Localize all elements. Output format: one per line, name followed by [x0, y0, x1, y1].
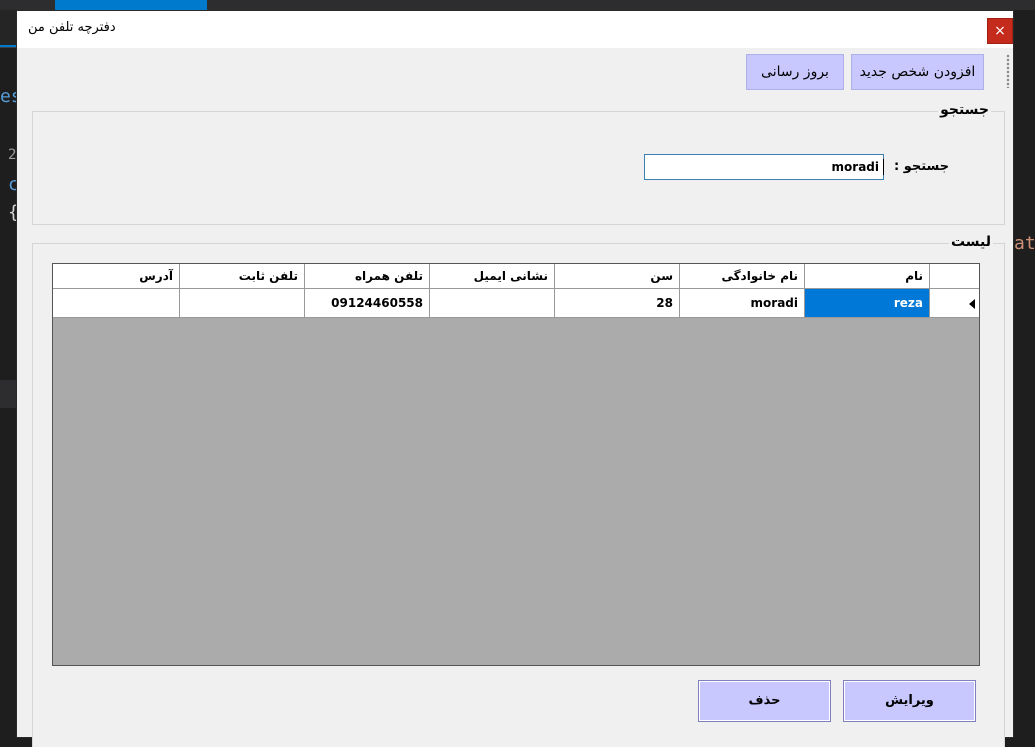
column-header[interactable]: تلفن همراه — [304, 264, 429, 288]
search-group-legend: جستجو — [938, 102, 991, 118]
title-bar: دفترچه تلفن من × — [17, 11, 1013, 48]
window-title: دفترچه تلفن من — [28, 20, 116, 35]
refresh-button[interactable]: بروز رسانی — [746, 54, 844, 90]
close-button[interactable]: × — [987, 18, 1013, 44]
grid-header-row: نام نام خانوادگی سن نشانی ایمیل تلفن همر… — [53, 264, 979, 289]
edit-button[interactable]: ویرایش — [843, 680, 976, 722]
column-header[interactable]: آدرس — [53, 264, 179, 288]
column-header[interactable]: سن — [554, 264, 679, 288]
ide-code-fragment: at — [1014, 233, 1035, 254]
column-header[interactable]: نام خانوادگی — [679, 264, 804, 288]
phonebook-window: دفترچه تلفن من × افزودن شخص جدید بروز رس… — [16, 10, 1014, 747]
add-person-button[interactable]: افزودن شخص جدید — [851, 54, 984, 90]
text-caret — [883, 159, 884, 175]
table-cell[interactable]: 28 — [554, 289, 679, 317]
toolbar-grip-icon[interactable] — [1006, 54, 1010, 88]
close-icon: × — [994, 23, 1006, 39]
search-input[interactable]: moradi — [644, 154, 884, 180]
current-row-arrow-icon — [969, 299, 975, 309]
search-label: جستجو : — [894, 159, 950, 174]
list-group-legend: لیست — [948, 234, 993, 250]
table-cell[interactable]: reza — [804, 289, 929, 317]
table-cell[interactable] — [53, 289, 179, 317]
ide-active-tab — [55, 0, 207, 10]
column-header[interactable]: تلفن ثابت — [179, 264, 304, 288]
table-cell[interactable]: moradi — [679, 289, 804, 317]
toolbar: افزودن شخص جدید بروز رسانی — [17, 48, 1013, 98]
contacts-grid[interactable]: نام نام خانوادگی سن نشانی ایمیل تلفن همر… — [52, 263, 980, 666]
table-cell[interactable] — [179, 289, 304, 317]
table-cell[interactable] — [429, 289, 554, 317]
delete-button[interactable]: حذف — [698, 680, 831, 722]
table-cell[interactable]: 09124460558 — [304, 289, 429, 317]
column-header[interactable]: نام — [804, 264, 929, 288]
row-header-divider — [929, 264, 930, 318]
table-row[interactable]: reza moradi 28 09124460558 — [53, 289, 979, 318]
column-header[interactable]: نشانی ایمیل — [429, 264, 554, 288]
